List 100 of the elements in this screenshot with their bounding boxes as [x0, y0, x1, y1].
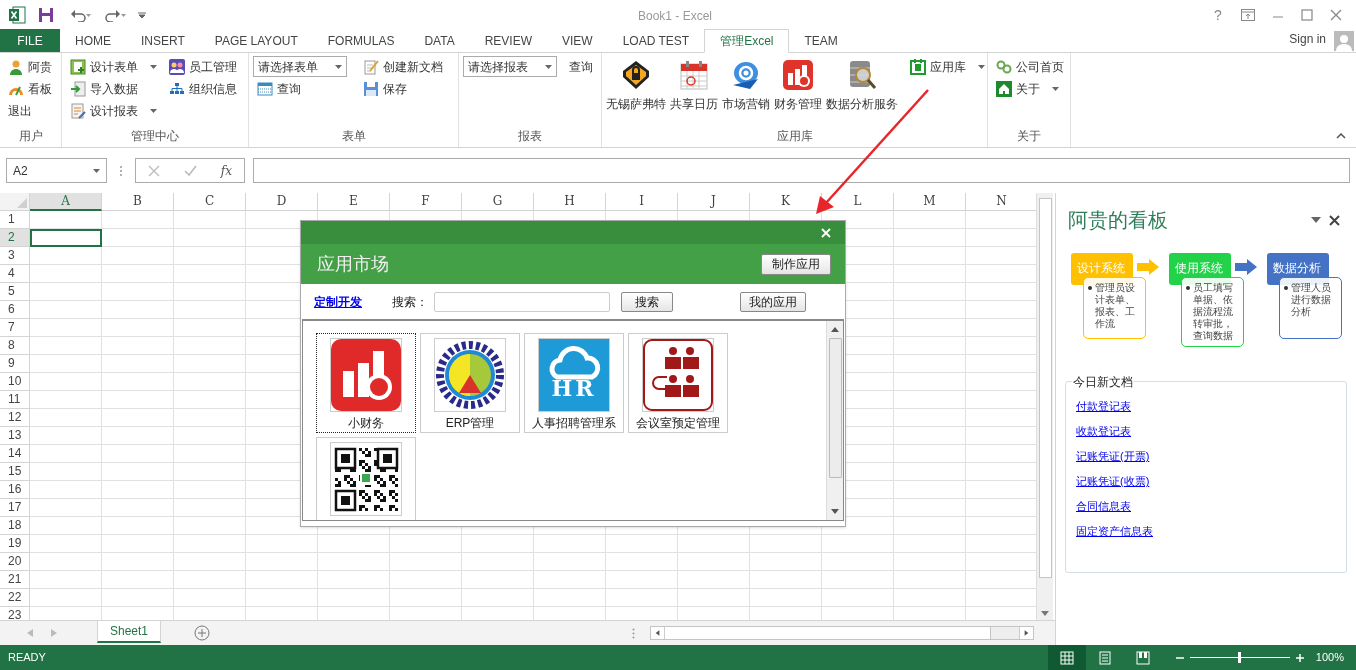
document-link[interactable]: 收款登记表 [1076, 423, 1131, 439]
spreadsheet-cell[interactable] [822, 571, 894, 589]
ribbon-button[interactable]: 公司首页 [992, 56, 1068, 78]
spreadsheet-cell[interactable] [894, 427, 966, 445]
dropdown-field[interactable]: 请选择表单 [253, 56, 347, 77]
row-header[interactable]: 7 [0, 319, 30, 337]
spreadsheet-cell[interactable] [894, 535, 966, 553]
ribbon-tab[interactable]: REVIEW [469, 29, 547, 52]
search-field[interactable] [434, 291, 610, 312]
ribbon-button[interactable]: 组织信息 [165, 78, 241, 100]
spreadsheet-cell[interactable] [606, 571, 678, 589]
spreadsheet-cell[interactable] [606, 553, 678, 571]
spreadsheet-cell[interactable] [30, 283, 102, 301]
spreadsheet-cell[interactable] [894, 373, 966, 391]
customize-icon[interactable] [138, 11, 146, 19]
maximize-icon[interactable] [1301, 9, 1313, 21]
make-app-button[interactable]: 制作应用 [761, 253, 831, 275]
spreadsheet-cell[interactable] [894, 211, 966, 229]
spreadsheet-cell[interactable] [750, 553, 822, 571]
spreadsheet-cell[interactable] [102, 553, 174, 571]
spreadsheet-cell[interactable] [174, 553, 246, 571]
next-sheet-icon[interactable] [51, 629, 57, 637]
column-header[interactable]: B [102, 193, 174, 211]
spreadsheet-cell[interactable] [174, 247, 246, 265]
collapse-ribbon-icon[interactable] [1336, 133, 1346, 139]
spreadsheet-cell[interactable] [30, 337, 102, 355]
spreadsheet-cell[interactable] [534, 535, 606, 553]
ribbon-tab[interactable]: INSERT [126, 29, 200, 52]
spreadsheet-cell[interactable] [318, 589, 390, 607]
scroll-down-icon[interactable] [831, 509, 839, 514]
ribbon-tab[interactable]: 管理Excel [704, 29, 790, 53]
app-button[interactable]: 无锡萨弗特 [606, 56, 666, 127]
sheet-tab[interactable]: Sheet1 [97, 621, 162, 643]
spreadsheet-cell[interactable] [102, 301, 174, 319]
close-icon[interactable] [1329, 214, 1340, 226]
scroll-thumb[interactable] [828, 338, 842, 478]
spreadsheet-cell[interactable] [30, 517, 102, 535]
spreadsheet-cell[interactable] [174, 409, 246, 427]
spreadsheet-cell[interactable] [894, 571, 966, 589]
horizontal-scrollbar[interactable] [650, 626, 1034, 640]
ribbon-button[interactable]: 设计表单 [66, 56, 161, 78]
spreadsheet-cell[interactable] [318, 535, 390, 553]
ribbon-button[interactable]: 员工管理 [165, 56, 241, 78]
spreadsheet-cell[interactable] [894, 463, 966, 481]
spreadsheet-cell[interactable] [102, 265, 174, 283]
spreadsheet-cell[interactable] [606, 589, 678, 607]
spreadsheet-cell[interactable] [174, 481, 246, 499]
row-header[interactable]: 2 [0, 229, 30, 247]
row-header[interactable]: 19 [0, 535, 30, 553]
zoom-level[interactable]: 100% [1315, 649, 1344, 666]
spreadsheet-cell[interactable] [102, 247, 174, 265]
ribbon-tab[interactable]: TEAM [789, 29, 853, 52]
spreadsheet-cell[interactable] [174, 319, 246, 337]
spreadsheet-cell[interactable] [246, 535, 318, 553]
ribbon-tab[interactable]: PAGE LAYOUT [199, 29, 313, 52]
spreadsheet-cell[interactable] [30, 553, 102, 571]
spreadsheet-cell[interactable] [174, 391, 246, 409]
spreadsheet-cell[interactable] [462, 535, 534, 553]
document-link[interactable]: 付款登记表 [1076, 398, 1131, 414]
active-cell[interactable] [30, 229, 102, 247]
vertical-scrollbar[interactable] [1036, 193, 1053, 620]
spreadsheet-cell[interactable] [894, 319, 966, 337]
spreadsheet-cell[interactable] [174, 373, 246, 391]
spreadsheet-cell[interactable] [894, 337, 966, 355]
column-header[interactable]: J [678, 193, 750, 211]
spreadsheet-cell[interactable] [30, 319, 102, 337]
zoom-slider[interactable] [1189, 652, 1290, 663]
spreadsheet-cell[interactable] [174, 517, 246, 535]
row-header[interactable]: 16 [0, 481, 30, 499]
row-header[interactable]: 11 [0, 391, 30, 409]
app-tile[interactable] [316, 437, 416, 520]
ribbon-display-icon[interactable] [1241, 9, 1255, 21]
name-box[interactable]: A2 [6, 158, 107, 183]
spreadsheet-cell[interactable] [318, 553, 390, 571]
column-header[interactable]: F [390, 193, 462, 211]
zoom-thumb[interactable] [1238, 652, 1242, 663]
spreadsheet-cell[interactable] [174, 535, 246, 553]
ribbon-tab[interactable]: VIEW [547, 29, 608, 52]
spreadsheet-cell[interactable] [462, 571, 534, 589]
spreadsheet-cell[interactable] [894, 301, 966, 319]
spreadsheet-cell[interactable] [30, 427, 102, 445]
spreadsheet-cell[interactable] [894, 265, 966, 283]
spreadsheet-cell[interactable] [894, 229, 966, 247]
column-header[interactable]: I [606, 193, 678, 211]
spreadsheet-cell[interactable] [174, 427, 246, 445]
document-link[interactable]: 记账凭证(收票) [1076, 473, 1150, 489]
spreadsheet-cell[interactable] [102, 571, 174, 589]
spreadsheet-cell[interactable] [678, 535, 750, 553]
spreadsheet-cell[interactable] [174, 229, 246, 247]
spreadsheet-cell[interactable] [30, 409, 102, 427]
spreadsheet-cell[interactable] [30, 265, 102, 283]
app-button[interactable]: 数据分析服务 [826, 56, 898, 127]
spreadsheet-cell[interactable] [894, 481, 966, 499]
ribbon-button[interactable]: 保存 [359, 78, 447, 100]
column-header[interactable]: L [822, 193, 894, 211]
spreadsheet-cell[interactable] [894, 391, 966, 409]
spreadsheet-cell[interactable] [102, 211, 174, 229]
row-header[interactable]: 6 [0, 301, 30, 319]
spreadsheet-cell[interactable] [30, 499, 102, 517]
spreadsheet-cell[interactable] [534, 589, 606, 607]
